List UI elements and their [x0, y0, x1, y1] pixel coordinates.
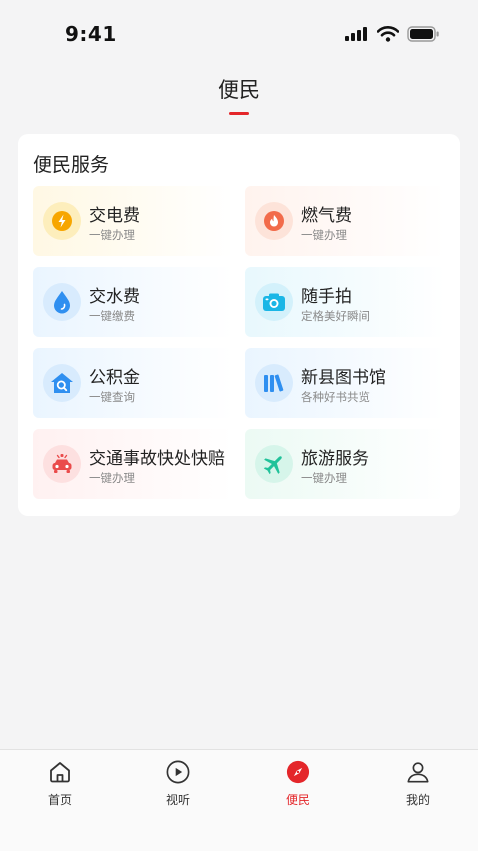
service-name: 交通事故快处快赔 [89, 449, 225, 469]
bottom-tab-bar: 首页 视听 便民 我的 [0, 749, 478, 851]
status-time: 9:41 [65, 22, 117, 46]
service-name: 燃气费 [301, 206, 352, 226]
service-name: 随手拍 [301, 287, 352, 307]
airplane-icon [255, 445, 293, 483]
tab-label: 首页 [47, 793, 72, 807]
service-subtitle: 一键办理 [89, 471, 135, 485]
tab-profile[interactable]: 我的 [358, 750, 478, 820]
tab-home[interactable]: 首页 [0, 750, 120, 820]
books-icon [255, 364, 293, 402]
title-underline [229, 112, 249, 115]
service-gas[interactable]: 燃气费 一键办理 [245, 186, 445, 256]
status-bar: 9:41 [0, 0, 478, 62]
water-drop-icon [43, 283, 81, 321]
service-subtitle: 一键办理 [89, 228, 135, 242]
signal-icon [345, 27, 367, 41]
service-snapshot[interactable]: 随手拍 定格美好瞬间 [245, 267, 445, 337]
camera-icon [255, 283, 293, 321]
service-library[interactable]: 新县图书馆 各种好书共览 [245, 348, 445, 418]
flame-icon [255, 202, 293, 240]
tab-label: 我的 [405, 793, 430, 807]
wifi-icon [377, 26, 399, 42]
battery-icon [407, 26, 439, 42]
user-icon [406, 760, 430, 784]
compass-icon [286, 760, 310, 784]
service-name: 交电费 [89, 206, 140, 226]
section-title: 便民服务 [33, 154, 110, 176]
home-icon [48, 760, 72, 784]
service-tourism[interactable]: 旅游服务 一键办理 [245, 429, 445, 499]
service-name: 公积金 [89, 368, 140, 388]
service-water[interactable]: 交水费 一键缴费 [33, 267, 233, 337]
service-name: 旅游服务 [301, 449, 369, 469]
service-subtitle: 各种好书共览 [301, 390, 370, 404]
status-icons [345, 26, 440, 42]
service-subtitle: 定格美好瞬间 [301, 309, 370, 323]
tab-services[interactable]: 便民 [238, 750, 358, 820]
tab-label: 便民 [285, 793, 310, 807]
house-search-icon [43, 364, 81, 402]
service-subtitle: 一键查询 [89, 390, 135, 404]
tab-label: 视听 [165, 793, 190, 807]
service-electricity[interactable]: 交电费 一键办理 [33, 186, 233, 256]
services-card: 便民服务 交电费 一键办理 燃气费 一键办理 交水费 一键缴费 随手拍 定格美好… [18, 134, 460, 516]
service-traffic-accident[interactable]: 交通事故快处快赔 一键办理 [33, 429, 233, 499]
service-subtitle: 一键办理 [301, 228, 347, 242]
page-title: 便民 [218, 78, 260, 102]
play-icon [166, 760, 190, 784]
service-housing-fund[interactable]: 公积金 一键查询 [33, 348, 233, 418]
car-accident-icon [43, 445, 81, 483]
service-name: 新县图书馆 [301, 368, 386, 388]
service-subtitle: 一键办理 [301, 471, 347, 485]
service-subtitle: 一键缴费 [89, 309, 135, 323]
lightning-icon [43, 202, 81, 240]
service-name: 交水费 [89, 287, 140, 307]
tab-media[interactable]: 视听 [118, 750, 238, 820]
